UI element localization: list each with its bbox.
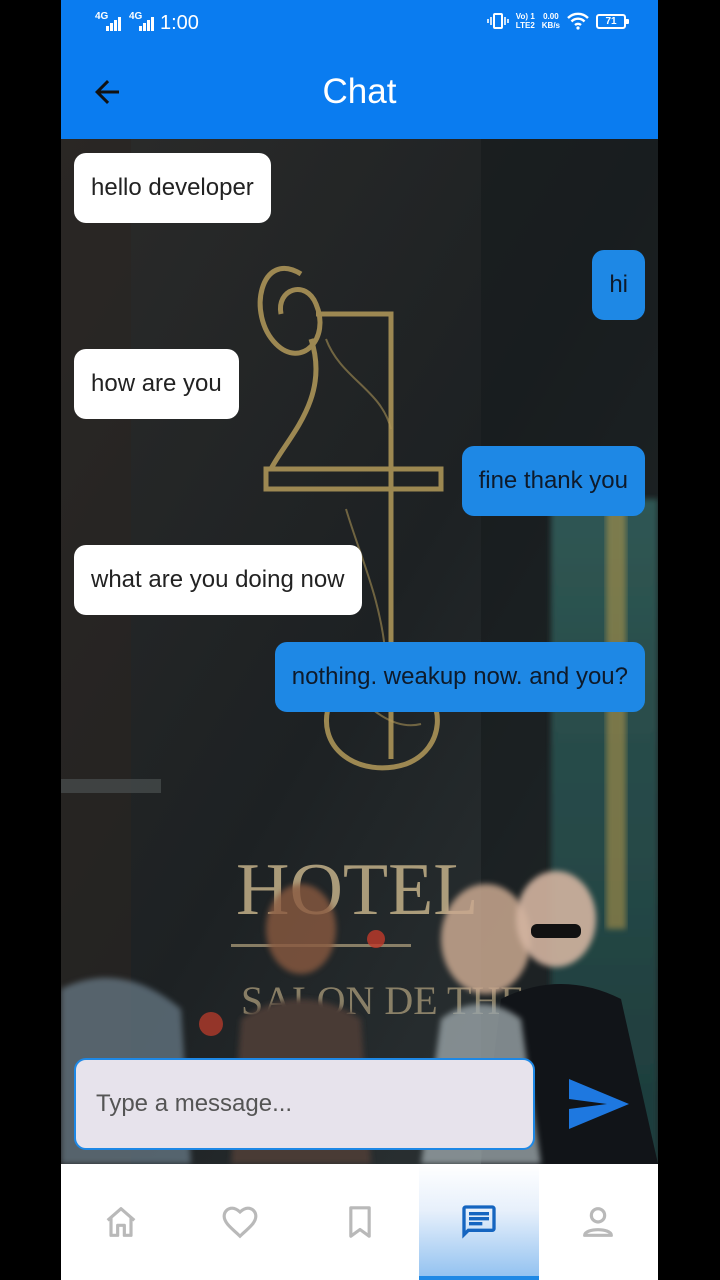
heart-icon [222,1206,258,1239]
home-icon [106,1207,136,1237]
chat-area[interactable]: HOTEL SALON DE THE hello developer hi ho… [61,139,658,1164]
app-bar: Chat [61,46,658,139]
incoming-message-bubble: how are you [74,349,239,419]
nav-item-chat[interactable] [419,1164,540,1280]
outgoing-message-bubble: hi [592,250,645,320]
person-icon [583,1207,614,1237]
incoming-message-bubble: what are you doing now [74,545,362,615]
message-input[interactable] [74,1058,535,1150]
sim1-signal-icon [106,13,121,31]
bookmark-icon [348,1206,371,1238]
wifi-icon [567,12,589,30]
network-speed: 0.00 KB/s [541,12,560,30]
incoming-message-bubble: hello developer [74,153,271,223]
send-icon [569,1079,629,1129]
sim2-signal-icon [139,13,154,31]
volte-indicator: Vo) 1 LTE2 [515,12,535,30]
outgoing-message-bubble: fine thank you [461,446,645,516]
nav-item-profile[interactable] [539,1164,658,1280]
nav-item-bookmarks[interactable] [300,1164,419,1280]
status-right-group: Vo) 1 LTE2 0.00 KB/s 71 [486,12,629,30]
page-title: Chat [322,72,397,111]
chat-icon [462,1205,496,1239]
status-bar: 4G 4G 1:00 Vo) 1 LTE2 0.00 KB/s 71 [61,0,658,46]
outgoing-message-bubble: nothing. weakup now. and you? [274,642,645,712]
nav-item-home[interactable] [61,1164,180,1280]
status-time: 1:00 [160,12,199,34]
vibrate-icon [486,13,509,29]
battery-icon: 71 [596,13,629,29]
bottom-navigation [61,1164,658,1280]
send-button[interactable] [567,1077,631,1131]
nav-item-favorites[interactable] [180,1164,299,1280]
phone-screen: 4G 4G 1:00 Vo) 1 LTE2 0.00 KB/s 71 Chat … [61,0,658,1280]
